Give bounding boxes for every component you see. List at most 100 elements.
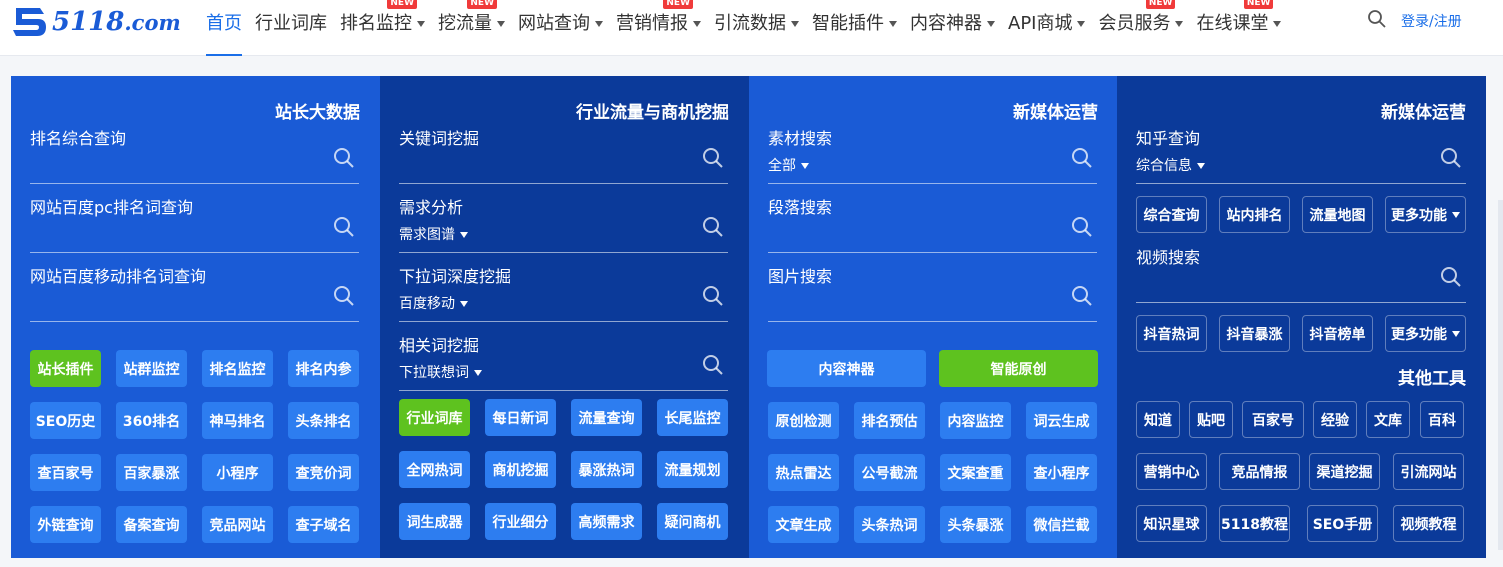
- other-tool-button[interactable]: 经验: [1313, 401, 1357, 438]
- tool-button[interactable]: 流量查询: [571, 399, 642, 436]
- zhihu-tool-button[interactable]: 流量地图: [1302, 196, 1373, 233]
- type-select[interactable]: 百度移动: [399, 293, 468, 313]
- search-icon[interactable]: [1071, 216, 1093, 238]
- nav-api-store[interactable]: API商城: [1008, 0, 1086, 56]
- tool-button[interactable]: 查子域名: [288, 506, 359, 543]
- search-icon[interactable]: [1440, 147, 1462, 169]
- douyin-tool-button[interactable]: 抖音暴涨: [1219, 315, 1290, 352]
- nav-traffic[interactable]: NEW 挖流量: [438, 0, 505, 56]
- type-select[interactable]: 下拉联想词: [399, 362, 482, 382]
- search-icon[interactable]: [1071, 285, 1093, 307]
- tool-button[interactable]: 站群监控: [116, 350, 187, 387]
- zhihu-query-field[interactable]: 知乎查询 综合信息: [1136, 125, 1466, 184]
- tool-button[interactable]: 高频需求: [571, 503, 642, 540]
- nav-home[interactable]: 首页: [206, 0, 242, 56]
- douyin-tool-button[interactable]: 抖音榜单: [1302, 315, 1373, 352]
- tool-button[interactable]: 暴涨热词: [571, 451, 642, 488]
- tool-button[interactable]: 外链查询: [30, 506, 101, 543]
- zhihu-tool-button[interactable]: 站内排名: [1219, 196, 1290, 233]
- other-tool-button[interactable]: 视频教程: [1393, 505, 1464, 542]
- type-select[interactable]: 综合信息: [1136, 155, 1205, 175]
- nav-rank-monitor[interactable]: NEW 排名监控: [340, 0, 425, 56]
- tool-button[interactable]: 查竞价词: [288, 454, 359, 491]
- search-icon[interactable]: [1071, 147, 1093, 169]
- content-tool-button[interactable]: 内容神器: [767, 350, 926, 387]
- tool-button[interactable]: 热点雷达: [768, 454, 839, 491]
- scrollbar[interactable]: [1498, 200, 1503, 550]
- other-tool-button[interactable]: 知识星球: [1136, 505, 1207, 542]
- tool-button[interactable]: 头条热词: [854, 506, 925, 543]
- search-icon[interactable]: [333, 147, 355, 169]
- tool-button[interactable]: 全网热词: [399, 451, 470, 488]
- smart-original-button[interactable]: 智能原创: [939, 350, 1098, 387]
- more-features-button[interactable]: 更多功能: [1385, 196, 1466, 233]
- search-icon[interactable]: [702, 354, 724, 376]
- other-tool-button[interactable]: SEO手册: [1307, 505, 1378, 542]
- keyword-mining-field[interactable]: 关键词挖掘: [399, 125, 728, 184]
- tool-button[interactable]: 百家暴涨: [116, 454, 187, 491]
- search-icon[interactable]: [1440, 266, 1462, 288]
- type-select[interactable]: 需求图谱: [399, 224, 468, 244]
- nav-membership[interactable]: NEW 会员服务: [1098, 0, 1184, 56]
- tool-button[interactable]: 行业细分: [485, 503, 556, 540]
- other-tool-button[interactable]: 竞品情报: [1219, 453, 1300, 490]
- login-register-link[interactable]: 登录/注册: [1401, 11, 1462, 31]
- tool-button[interactable]: 微信拦截: [1026, 506, 1097, 543]
- douyin-tool-button[interactable]: 抖音热词: [1136, 315, 1207, 352]
- other-tool-button[interactable]: 百家号: [1242, 401, 1304, 438]
- material-search-field[interactable]: 素材搜索 全部: [768, 125, 1097, 184]
- tool-button[interactable]: 头条排名: [288, 402, 359, 439]
- paragraph-search-field[interactable]: 段落搜索: [768, 194, 1097, 253]
- search-icon[interactable]: [1367, 9, 1387, 29]
- other-tool-button[interactable]: 渠道挖掘: [1309, 453, 1380, 490]
- tool-button[interactable]: 头条暴涨: [940, 506, 1011, 543]
- other-tool-button[interactable]: 知道: [1136, 401, 1180, 438]
- tool-button[interactable]: 查小程序: [1026, 454, 1097, 491]
- other-tool-button[interactable]: 贴吧: [1189, 401, 1233, 438]
- search-icon[interactable]: [702, 285, 724, 307]
- tool-button[interactable]: 小程序: [202, 454, 273, 491]
- nav-traffic-data[interactable]: 引流数据: [714, 0, 799, 56]
- search-icon[interactable]: [333, 216, 355, 238]
- tool-button[interactable]: 排名预估: [854, 402, 925, 439]
- tool-button[interactable]: 词云生成: [1026, 402, 1097, 439]
- baidu-pc-rank-field[interactable]: 网站百度pc排名词查询: [30, 194, 359, 253]
- nav-industry-lexicon[interactable]: 行业词库: [255, 0, 327, 56]
- tool-button[interactable]: 竞品网站: [202, 506, 273, 543]
- tool-button[interactable]: 行业词库: [399, 399, 470, 436]
- tool-button[interactable]: 商机挖掘: [485, 451, 556, 488]
- search-icon[interactable]: [333, 285, 355, 307]
- tool-button[interactable]: 神马排名: [202, 402, 273, 439]
- nav-content-tool[interactable]: 内容神器: [910, 0, 995, 56]
- nav-marketing-intel[interactable]: NEW 营销情报: [616, 0, 701, 56]
- search-icon[interactable]: [702, 216, 724, 238]
- tool-button[interactable]: 内容监控: [940, 402, 1011, 439]
- zhihu-tool-button[interactable]: 综合查询: [1136, 196, 1207, 233]
- demand-analysis-field[interactable]: 需求分析 需求图谱: [399, 194, 728, 253]
- other-tool-button[interactable]: 百科: [1420, 401, 1464, 438]
- video-search-field[interactable]: 视频搜索: [1136, 244, 1466, 303]
- other-tool-button[interactable]: 营销中心: [1136, 453, 1207, 490]
- tool-button[interactable]: 原创检测: [768, 402, 839, 439]
- type-select[interactable]: 全部: [768, 155, 809, 175]
- other-tool-button[interactable]: 5118教程: [1219, 505, 1290, 542]
- search-icon[interactable]: [702, 147, 724, 169]
- tool-button[interactable]: 每日新词: [485, 399, 556, 436]
- tool-button[interactable]: 备案查询: [116, 506, 187, 543]
- tool-button[interactable]: 查百家号: [30, 454, 101, 491]
- tool-button[interactable]: 360排名: [116, 402, 187, 439]
- tool-button[interactable]: SEO历史: [30, 402, 101, 439]
- nav-smart-plugin[interactable]: 智能插件: [812, 0, 897, 56]
- tool-button[interactable]: 站长插件: [30, 350, 101, 387]
- dropdown-word-mining-field[interactable]: 下拉词深度挖掘 百度移动: [399, 263, 728, 322]
- tool-button[interactable]: 长尾监控: [657, 399, 728, 436]
- tool-button[interactable]: 公号截流: [854, 454, 925, 491]
- tool-button[interactable]: 排名监控: [202, 350, 273, 387]
- site-logo[interactable]: 5118.com: [10, 4, 181, 40]
- image-search-field[interactable]: 图片搜索: [768, 263, 1097, 322]
- tool-button[interactable]: 疑问商机: [657, 503, 728, 540]
- baidu-mobile-rank-field[interactable]: 网站百度移动排名词查询: [30, 263, 359, 322]
- tool-button[interactable]: 文章生成: [768, 506, 839, 543]
- other-tool-button[interactable]: 文库: [1366, 401, 1410, 438]
- rank-overall-query-field[interactable]: 排名综合查询: [30, 125, 359, 184]
